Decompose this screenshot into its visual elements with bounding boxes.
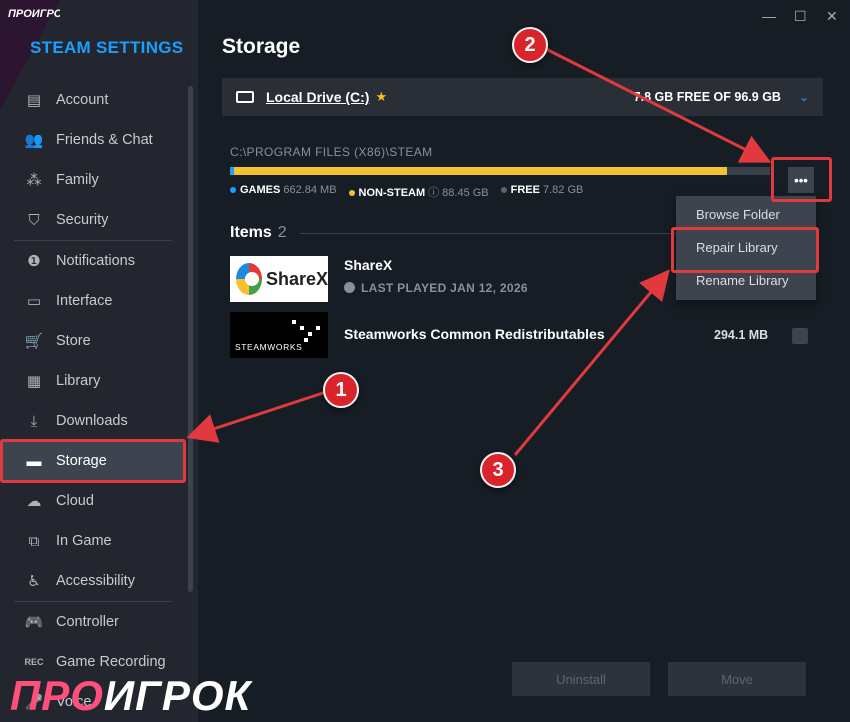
drive-icon — [236, 91, 254, 103]
monitor-icon: ▭ — [26, 293, 42, 310]
annotation-badge-3: 3 — [480, 452, 516, 488]
grid-icon: ▦ — [26, 373, 42, 390]
cart-icon: 🛒 — [24, 333, 44, 350]
page-title: Storage — [222, 35, 301, 58]
usage-legend: GAMES 662.84 MB NON-STEAM ⓘ 88.45 GB FREE 7.… — [230, 184, 583, 200]
sharex-thumbnail: ShareX — [230, 256, 328, 302]
maximize-button[interactable]: ☐ — [794, 8, 807, 25]
legend-free: FREE 7.82 GB — [500, 184, 583, 200]
drive-name[interactable]: Local Drive (C:) — [266, 89, 369, 105]
rec-icon: REC — [24, 657, 44, 667]
drive-selector[interactable]: Local Drive (C:) ★ 7.8 GB FREE OF 96.9 G… — [222, 78, 823, 116]
legend-nonsteam: NON-STEAM ⓘ 88.45 GB — [348, 184, 489, 200]
select-checkbox[interactable] — [792, 328, 808, 344]
items-divider — [300, 233, 690, 234]
game-name[interactable]: ShareX — [344, 257, 392, 273]
chevron-down-icon[interactable]: ⌄ — [799, 90, 809, 104]
annotation-badge-2: 2 — [512, 27, 548, 63]
sidebar-item-account[interactable]: ▤ Account — [0, 80, 186, 120]
info-icon: ❶ — [27, 253, 41, 270]
usage-nonsteam-segment — [234, 167, 728, 175]
game-name[interactable]: Steamworks Common Redistributables — [344, 326, 605, 342]
sidebar-item-controller[interactable]: 🎮 Controller — [0, 602, 186, 642]
sidebar-item-library[interactable]: ▦ Library — [0, 361, 186, 401]
list-item[interactable]: STEAMWORKS Steamworks Common Redistribut… — [230, 312, 825, 358]
star-icon: ★ — [375, 89, 388, 104]
drive-free-space: 7.8 GB FREE OF 96.9 GB — [633, 90, 781, 104]
sidebar-item-friends-chat[interactable]: 👥 Friends & Chat — [0, 120, 186, 160]
legend-games: GAMES 662.84 MB — [230, 184, 337, 200]
sidebar-item-in-game[interactable]: ⧉ In Game — [0, 521, 186, 561]
in-game-icon: ⧉ — [28, 532, 40, 550]
highlight-storage — [0, 439, 186, 483]
sidebar-scrollbar[interactable] — [188, 86, 193, 592]
sidebar-item-interface[interactable]: ▭ Interface — [0, 281, 186, 321]
family-icon: ⁂ — [26, 172, 42, 189]
sidebar: ПРОИГРОК STEAM SETTINGS ▤ Account 👥 Frie… — [0, 0, 198, 722]
minimize-button[interactable]: — — [762, 8, 776, 24]
accessibility-icon: ♿ — [27, 573, 41, 590]
sidebar-item-family[interactable]: ⁂ Family — [0, 160, 186, 200]
sidebar-item-downloads[interactable]: ⤓ Downloads — [0, 401, 186, 441]
last-played: LAST PLAYED JAN 12, 2026 — [344, 281, 528, 295]
menu-item-browse-folder[interactable]: Browse Folder — [676, 198, 816, 230]
download-icon: ⤓ — [30, 412, 38, 430]
info-icon: ⓘ — [428, 187, 440, 199]
clock-icon — [344, 282, 355, 293]
friends-icon: 👥 — [24, 132, 44, 149]
sidebar-title: STEAM SETTINGS — [30, 38, 184, 57]
library-path: C:\PROGRAM FILES (X86)\STEAM — [230, 145, 433, 159]
steamworks-thumbnail: STEAMWORKS — [230, 312, 328, 358]
watermark-logo: ПРОИГРОК — [10, 672, 252, 719]
move-button[interactable]: Move — [668, 662, 806, 696]
close-button[interactable]: ✕ — [826, 8, 838, 25]
highlight-more-button — [771, 157, 832, 202]
highlight-repair-library — [671, 227, 819, 273]
items-heading: Items 2 — [230, 224, 287, 241]
annotation-badge-1: 1 — [323, 372, 359, 408]
account-card-icon: ▤ — [26, 92, 42, 109]
sidebar-item-notifications[interactable]: ❶ Notifications — [0, 241, 186, 281]
main-panel: — ☐ ✕ Storage Local Drive (C:) ★ 7.8 GB … — [198, 0, 850, 722]
sharex-logo-icon — [236, 263, 262, 295]
uninstall-button[interactable]: Uninstall — [512, 662, 650, 696]
controller-icon: 🎮 — [24, 614, 44, 631]
sidebar-item-security[interactable]: ⛉ Security — [0, 200, 186, 240]
game-size: 294.1 MB — [714, 328, 769, 342]
sidebar-item-accessibility[interactable]: ♿ Accessibility — [0, 561, 186, 601]
sidebar-item-store[interactable]: 🛒 Store — [0, 321, 186, 361]
storage-usage-bar — [230, 167, 770, 175]
cloud-icon: ☁ — [26, 493, 42, 510]
shield-icon: ⛉ — [28, 211, 40, 229]
sidebar-item-cloud[interactable]: ☁ Cloud — [0, 481, 186, 521]
